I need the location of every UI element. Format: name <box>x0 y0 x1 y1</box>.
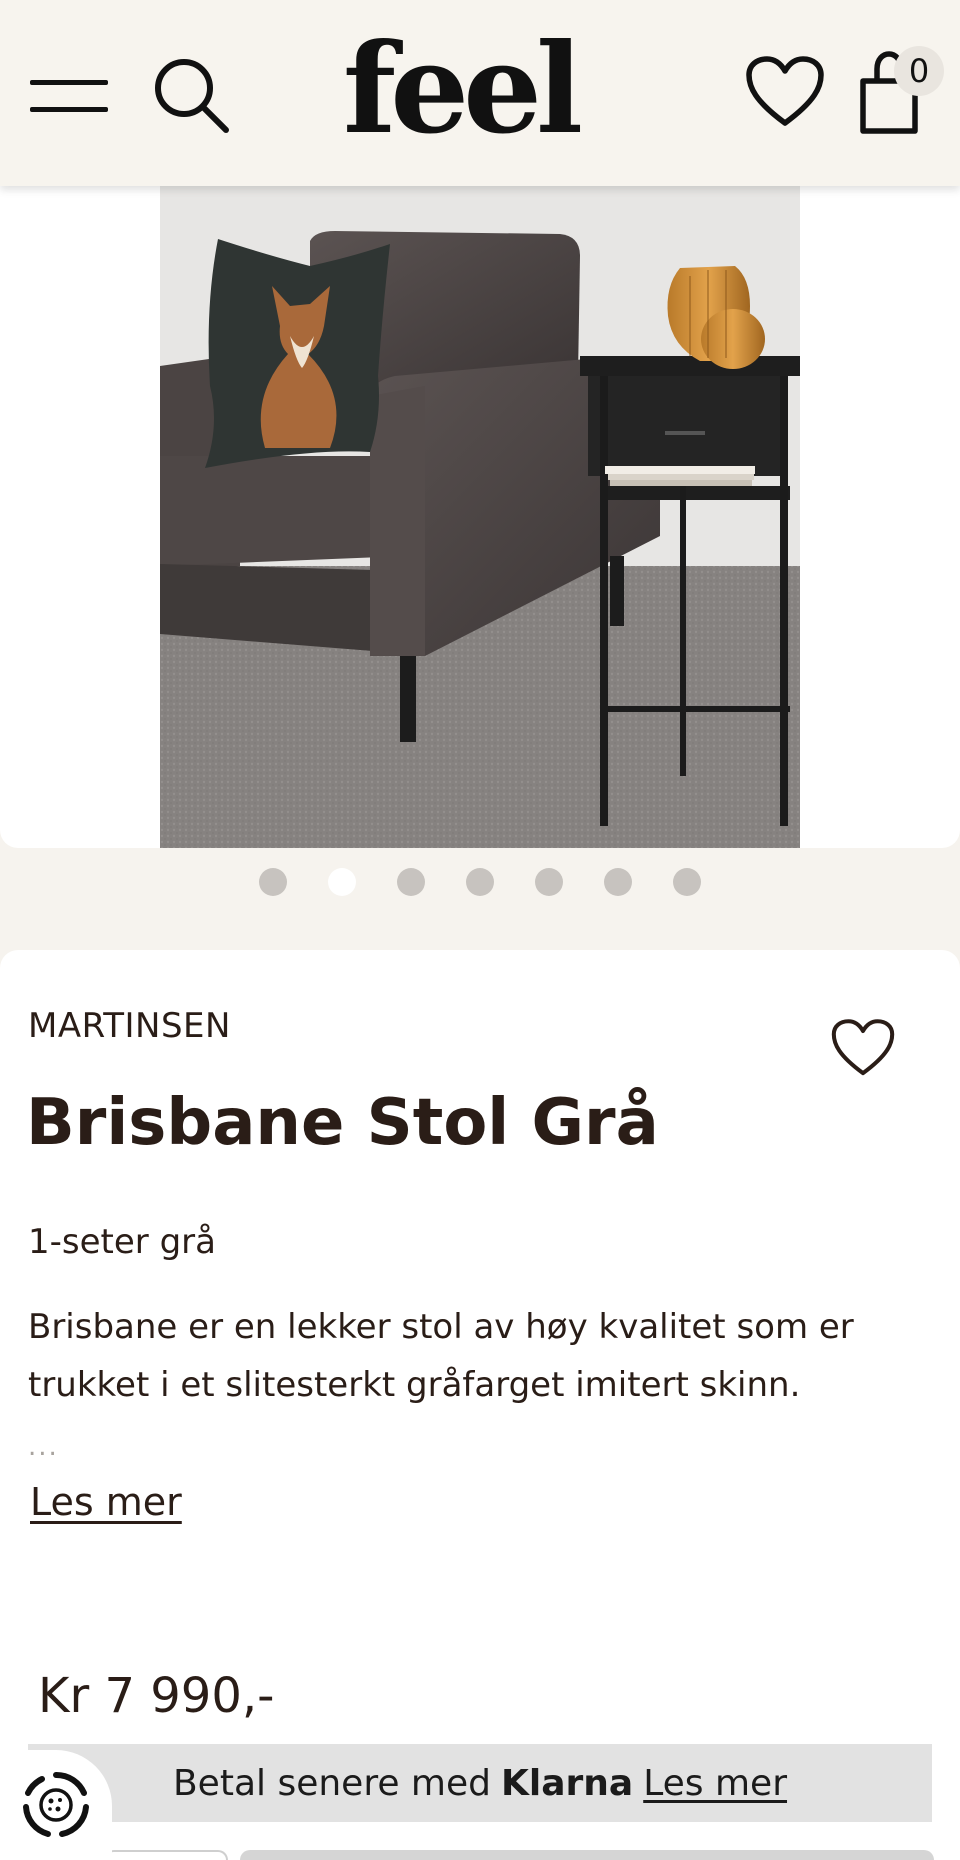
gallery-dot-4[interactable] <box>466 868 494 896</box>
gallery-dot-6[interactable] <box>604 868 632 896</box>
gallery-pagination <box>0 868 960 898</box>
product-image[interactable] <box>160 186 800 848</box>
quantity-selector[interactable] <box>104 1850 228 1860</box>
klarna-prefix: Betal senere med <box>172 1762 491 1804</box>
product-title: Brisbane Stol Grå <box>26 1086 659 1160</box>
product-gallery[interactable] <box>0 186 960 848</box>
menu-button[interactable] <box>26 62 112 132</box>
add-to-cart-button[interactable] <box>240 1850 934 1860</box>
product-price: Kr 7 990,- <box>38 1668 275 1724</box>
product-description: Brisbane er en lekker stol av høy kvalit… <box>28 1307 854 1405</box>
site-logo[interactable]: feel <box>330 10 590 170</box>
wishlist-button[interactable] <box>742 52 828 132</box>
product-subtitle: 1-seter grå <box>28 1222 216 1262</box>
description-ellipsis: ... <box>28 1432 59 1462</box>
gallery-dot-1[interactable] <box>259 868 287 896</box>
gallery-dot-3[interactable] <box>397 868 425 896</box>
heart-icon <box>746 56 824 126</box>
gallery-dot-2[interactable] <box>328 868 356 896</box>
product-brand[interactable]: MARTINSEN <box>28 1006 231 1046</box>
klarna-brand: Klarna <box>501 1762 634 1804</box>
gallery-dot-7[interactable] <box>673 868 701 896</box>
klarna-read-more-link[interactable]: Les mer <box>643 1763 787 1804</box>
heart-icon <box>831 1019 895 1076</box>
klarna-banner: Betal senere med Klarna Les mer <box>28 1744 932 1822</box>
cart-button[interactable]: 0 <box>852 46 944 138</box>
search-icon <box>155 59 229 133</box>
search-button[interactable] <box>150 54 232 136</box>
cart-count-badge: 0 <box>894 46 944 96</box>
site-header: feel 0 <box>0 0 960 186</box>
cookie-settings-button[interactable] <box>0 1750 112 1860</box>
hamburger-menu-icon <box>30 80 108 85</box>
add-to-wishlist-button[interactable] <box>830 1018 904 1086</box>
cookie-settings-icon <box>23 1771 89 1837</box>
gallery-dot-5[interactable] <box>535 868 563 896</box>
page: feel 0 MARTINSEN Brisbane Stol Grå 1-set… <box>0 0 960 1860</box>
read-more-link[interactable]: Les mer <box>30 1480 182 1524</box>
